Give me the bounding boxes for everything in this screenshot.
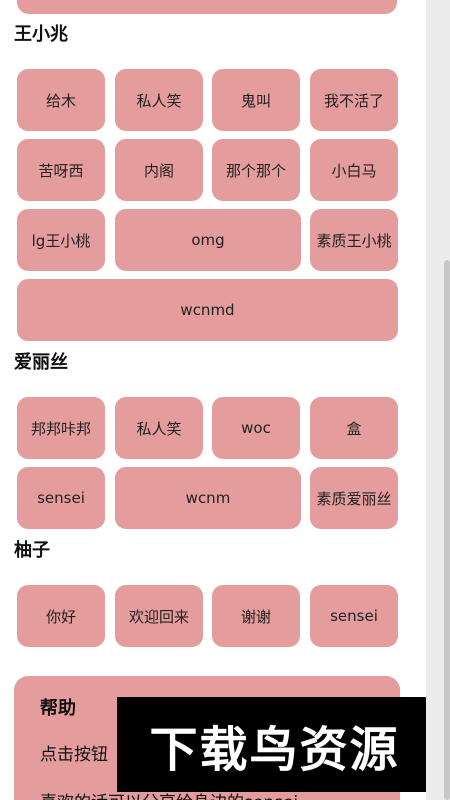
sound-button[interactable]: lg王小桃 bbox=[17, 209, 105, 271]
sound-button[interactable]: 邦邦咔邦 bbox=[17, 397, 105, 459]
sound-button[interactable]: 谢谢 bbox=[212, 585, 300, 647]
sound-button[interactable]: 我不活了 bbox=[310, 69, 398, 131]
sound-button[interactable]: 给木 bbox=[17, 69, 105, 131]
sound-button[interactable]: 苦呀西 bbox=[17, 139, 105, 201]
section-title-alice: 爱丽丝 bbox=[14, 352, 68, 373]
sound-button[interactable]: woc bbox=[212, 397, 300, 459]
section-title-wangxiaozhao: 王小兆 bbox=[14, 24, 68, 45]
sound-button[interactable]: 你好 bbox=[17, 585, 105, 647]
partial-button[interactable] bbox=[17, 0, 397, 14]
sound-button[interactable]: sensei bbox=[17, 467, 105, 529]
watermark-logo: 下载鸟资源 bbox=[117, 697, 432, 792]
sound-button[interactable]: 私人笑 bbox=[115, 69, 203, 131]
help-title: 帮助 bbox=[40, 698, 76, 719]
scrollbar-thumb[interactable] bbox=[444, 260, 450, 800]
sound-button[interactable]: 鬼叫 bbox=[212, 69, 300, 131]
app-screen: 王小兆 给木 私人笑 鬼叫 我不活了 苦呀西 内阁 那个那个 小白马 lg王小桃… bbox=[0, 0, 450, 800]
section-title-yuzu: 柚子 bbox=[14, 540, 50, 561]
sound-button[interactable]: wcnm bbox=[115, 467, 301, 529]
sound-button[interactable]: 小白马 bbox=[310, 139, 398, 201]
help-instruction: 点击按钮 bbox=[40, 745, 108, 765]
sound-button[interactable]: 素质爱丽丝 bbox=[310, 467, 398, 529]
sound-button[interactable]: 那个那个 bbox=[212, 139, 300, 201]
sound-button[interactable]: 私人笑 bbox=[115, 397, 203, 459]
sound-button[interactable]: omg bbox=[115, 209, 301, 271]
sound-button[interactable]: 盒 bbox=[310, 397, 398, 459]
sound-button[interactable]: wcnmd bbox=[17, 279, 398, 341]
sound-button[interactable]: 素质王小桃 bbox=[310, 209, 398, 271]
sound-button[interactable]: 内阁 bbox=[115, 139, 203, 201]
sound-button[interactable]: 欢迎回来 bbox=[115, 585, 203, 647]
sound-button[interactable]: sensei bbox=[310, 585, 398, 647]
